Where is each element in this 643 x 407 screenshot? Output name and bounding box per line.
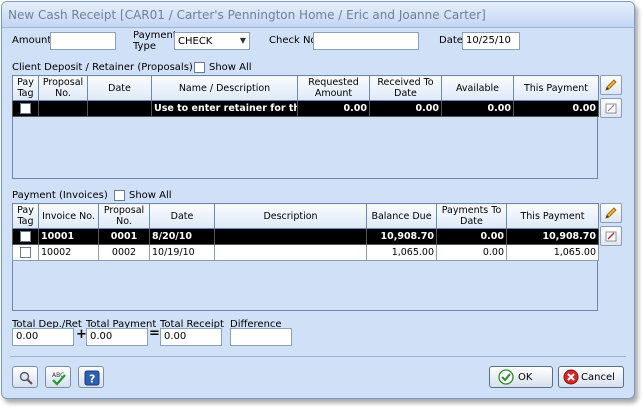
green-check-icon <box>498 369 514 385</box>
this-payment-cell[interactable]: 0.00 <box>513 100 599 117</box>
payments-section-label: Payment (Invoices) <box>12 190 108 201</box>
deposits-table-empty-area <box>12 117 598 179</box>
col-received-to-date: Received To Date <box>369 75 442 101</box>
col-invoice-no: Invoice No. <box>38 203 99 229</box>
col-description: Description <box>214 203 367 229</box>
pay-tag-checkbox[interactable] <box>20 247 31 258</box>
ok-button[interactable]: OK <box>489 366 553 388</box>
pencil-icon <box>605 207 617 219</box>
col-proposal-no: Proposal No. <box>98 203 150 229</box>
table-row[interactable]: 10002 0002 10/19/10 1,065.00 0.00 1,065.… <box>12 244 599 261</box>
pay-tag-checkbox[interactable] <box>20 103 31 114</box>
col-name-description: Name / Description <box>151 75 298 101</box>
col-this-payment: This Payment <box>506 203 599 229</box>
zoom-button[interactable] <box>12 366 38 388</box>
magnifier-icon <box>19 371 33 385</box>
payment-type-label: Payment Type <box>133 30 177 52</box>
spellcheck-icon: ABC <box>52 372 66 386</box>
payments-show-all-checkbox[interactable] <box>114 190 125 201</box>
col-date: Date <box>149 203 215 229</box>
help-button[interactable]: ? <box>78 366 104 388</box>
col-balance-due: Balance Due <box>366 203 437 229</box>
window-title: New Cash Receipt [CAR01 / Carter's Penni… <box>8 8 486 22</box>
payment-clear-button[interactable] <box>600 226 622 246</box>
col-proposal-no: Proposal No. <box>38 75 88 101</box>
total-payment-field: 0.00 <box>86 328 148 346</box>
col-payments-to-date: Payments To Date <box>436 203 507 229</box>
cancel-button[interactable]: Cancel <box>558 366 624 388</box>
eraser-icon <box>605 103 617 114</box>
payment-edit-button[interactable] <box>600 203 622 223</box>
cancel-label: Cancel <box>581 372 615 383</box>
title-bar: New Cash Receipt [CAR01 / Carter's Penni… <box>2 2 634 28</box>
difference-field <box>230 328 292 346</box>
check-no-label: Check No. <box>269 35 320 46</box>
deposits-section-label: Client Deposit / Retainer (Proposals) <box>12 62 193 73</box>
col-requested-amount: Requested Amount <box>297 75 370 101</box>
this-payment-cell[interactable]: 10,908.70 <box>506 228 599 245</box>
deposit-edit-button[interactable] <box>600 75 622 95</box>
pencil-icon <box>605 79 617 91</box>
payment-type-select[interactable]: CHECK ▼ <box>174 32 250 50</box>
deposits-table: Pay Tag Proposal No. Date Name / Descrip… <box>12 75 599 117</box>
divider <box>10 356 626 357</box>
payments-show-all-label: Show All <box>129 190 172 201</box>
date-label: Date <box>439 35 463 46</box>
pay-tag-checkbox[interactable] <box>20 231 31 242</box>
deposit-clear-button[interactable] <box>600 98 622 118</box>
help-icon: ? <box>84 370 100 386</box>
col-pay-tag: Pay Tag <box>12 75 39 101</box>
total-dep-field: 0.00 <box>12 328 74 346</box>
amount-label: Amount <box>12 35 52 46</box>
date-input[interactable]: 10/25/10 <box>462 32 520 50</box>
amount-input[interactable] <box>50 32 116 50</box>
col-available: Available <box>441 75 514 101</box>
ok-label: OK <box>518 372 533 383</box>
this-payment-cell[interactable]: 1,065.00 <box>506 244 599 261</box>
payments-table-empty-area <box>12 261 598 311</box>
col-pay-tag: Pay Tag <box>12 203 39 229</box>
deposits-show-all-label: Show All <box>209 62 252 73</box>
chevron-down-icon: ▼ <box>239 36 246 45</box>
table-row[interactable]: Use to enter retainer for this project 0… <box>12 100 599 117</box>
red-x-icon <box>563 369 579 385</box>
cash-receipt-window: New Cash Receipt [CAR01 / Carter's Penni… <box>1 1 635 399</box>
payments-table: Pay Tag Invoice No. Proposal No. Date De… <box>12 203 599 261</box>
svg-text:?: ? <box>89 373 95 386</box>
row-description: Use to enter retainer for this project <box>151 100 298 117</box>
col-date: Date <box>87 75 152 101</box>
payment-type-value: CHECK <box>178 36 213 47</box>
col-this-payment: This Payment <box>513 75 599 101</box>
spellcheck-button[interactable]: ABC <box>45 366 71 388</box>
total-receipt-field: 0.00 <box>160 328 222 346</box>
check-no-input[interactable] <box>313 32 419 50</box>
table-row[interactable]: 10001 0001 8/20/10 10,908.70 0.00 10,908… <box>12 228 599 245</box>
eraser-icon <box>605 231 617 242</box>
deposits-show-all-checkbox[interactable] <box>194 62 205 73</box>
equals-sign: = <box>149 326 160 341</box>
